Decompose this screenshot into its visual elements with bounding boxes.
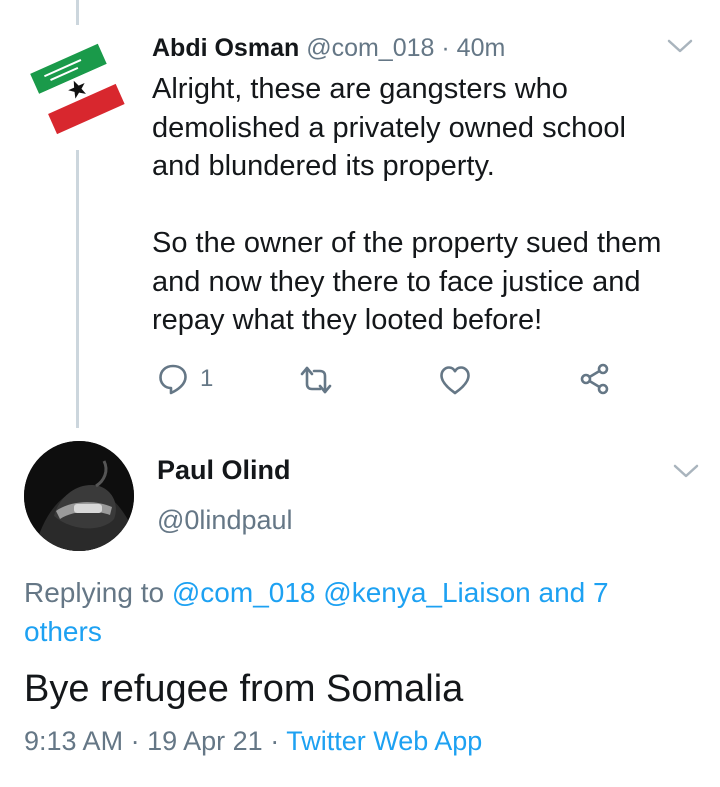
tweet-text: Bye refugee from Somalia — [24, 668, 464, 710]
avatar[interactable] — [24, 441, 134, 551]
tweet-header: Abdi Osman @com_018 · 40m — [152, 32, 505, 64]
replying-to: Replying to @com_018 @kenya_Liaison and … — [24, 573, 684, 651]
author-handle[interactable]: @com_018 — [306, 34, 434, 62]
replying-prefix: Replying to — [24, 577, 165, 608]
profile-photo-icon — [24, 441, 134, 551]
share-icon — [580, 363, 609, 395]
tweet-time[interactable]: 40m — [457, 34, 506, 62]
heart-icon — [440, 366, 470, 395]
chevron-down-icon[interactable] — [666, 36, 694, 56]
tweet-text: Alright, these are gangsters who demolis… — [152, 73, 662, 336]
source-link[interactable]: Twitter Web App — [286, 726, 482, 756]
reply-icon — [159, 364, 187, 395]
author-name[interactable]: Abdi Osman — [152, 34, 299, 62]
separator: · — [270, 726, 280, 756]
author-handle[interactable]: @0lindpaul — [157, 505, 293, 536]
like-button[interactable] — [439, 365, 471, 395]
tweet-date[interactable]: 19 Apr 21 — [147, 726, 263, 756]
chevron-down-icon[interactable] — [672, 461, 700, 481]
retweet-button[interactable] — [298, 365, 334, 395]
reply-button[interactable]: 1 — [158, 363, 213, 395]
avatar[interactable] — [22, 28, 132, 148]
mention-link[interactable]: @com_018 — [172, 577, 316, 608]
mention-link[interactable]: @kenya_Liaison — [323, 577, 530, 608]
author-name[interactable]: Paul Olind — [157, 455, 291, 486]
reply-count: 1 — [200, 365, 214, 392]
tweet-meta: 9:13 AM · 19 Apr 21 · Twitter Web App — [24, 726, 482, 757]
somaliland-flag-icon — [30, 43, 125, 135]
separator: · — [130, 726, 140, 756]
separator: · — [441, 34, 450, 62]
tweet-actions: 1 — [0, 360, 720, 400]
share-button[interactable] — [579, 363, 611, 395]
thread-line-top — [76, 0, 79, 25]
retweet-icon — [300, 366, 332, 394]
tweet-time[interactable]: 9:13 AM — [24, 726, 123, 756]
